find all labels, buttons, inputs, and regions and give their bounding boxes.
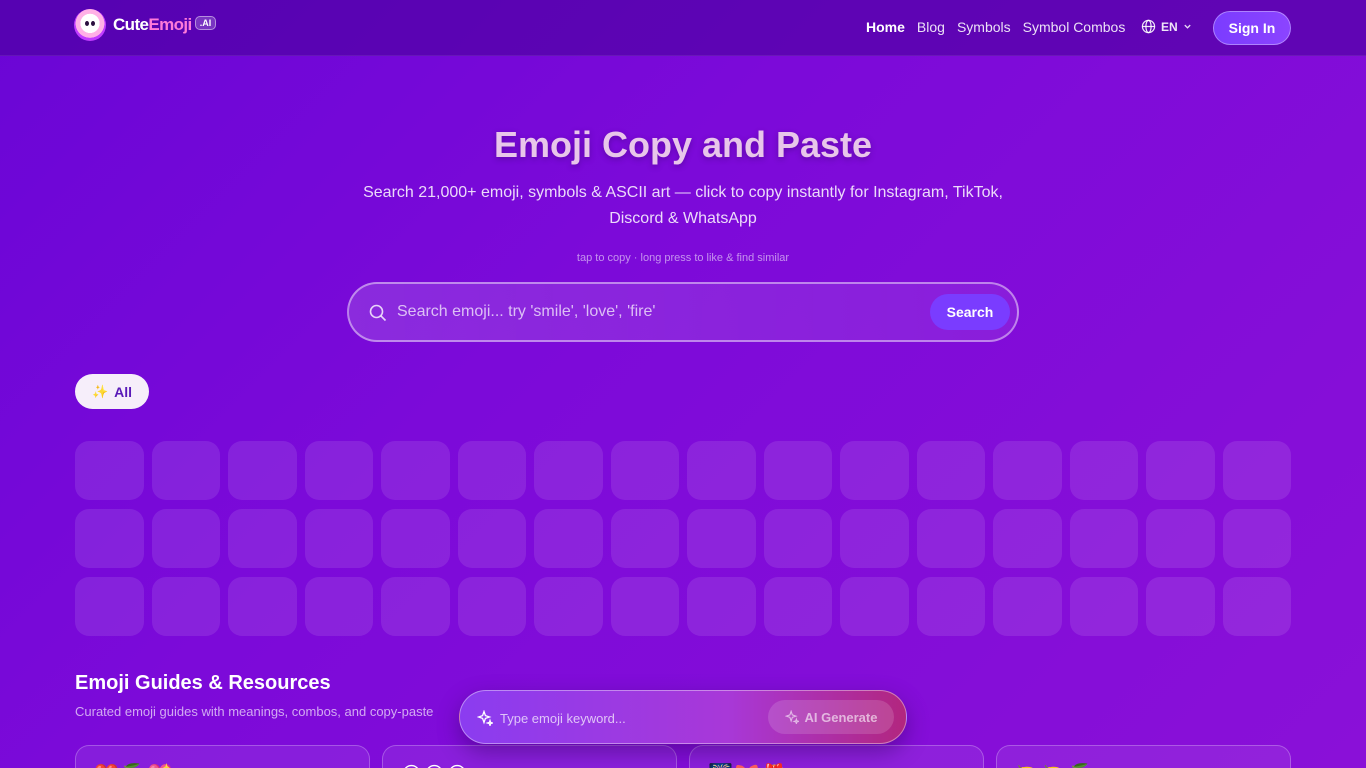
emoji-placeholder-cell [610,509,679,568]
category-chip-all[interactable]: ✨ All [75,374,149,409]
emoji-search-bar: Search [347,282,1019,342]
emoji-placeholder-cell [763,509,832,568]
top-navbar: CuteEmoji .AI Home Blog Symbols Symbol C… [0,0,1366,56]
emoji-placeholder-cell [534,441,603,500]
emoji-placeholder-cell [534,577,603,636]
emoji-placeholder-cell [151,441,220,500]
guide-card-preview: 🍋🍋🍒 [1015,764,1096,768]
ai-generate-bar: AI Generate [459,690,907,744]
emoji-placeholder-cell [228,577,297,636]
brand-logo[interactable]: CuteEmoji .AI [74,9,217,41]
emoji-placeholder-cell [1069,509,1138,568]
guide-card-preview: 😊😁😆 [401,764,470,768]
brand-name-part1: Cute [113,15,149,34]
nav-link-blog[interactable]: Blog [917,19,945,35]
emoji-placeholder-cell [763,441,832,500]
emoji-placeholder-cell [840,509,909,568]
emoji-placeholder-cell [457,509,526,568]
emoji-grid [75,441,1291,636]
main-nav: Home Blog Symbols Symbol Combos [866,19,1137,35]
guide-card[interactable]: ❤️🍒💖 [75,745,370,768]
emoji-placeholder-cell [916,509,985,568]
emoji-placeholder-cell [1069,577,1138,636]
emoji-placeholder-cell [610,441,679,500]
emoji-placeholder-cell [993,509,1062,568]
ai-keyword-input[interactable] [500,707,760,729]
guide-card-preview: 🎆🎀🎁 [708,764,789,768]
usage-hint: tap to copy · long press to like & find … [576,252,790,264]
emoji-placeholder-cell [228,441,297,500]
ai-generate-button[interactable]: AI Generate [768,700,894,734]
emoji-placeholder-cell [75,441,144,500]
language-label: EN [1161,19,1178,34]
emoji-placeholder-cell [534,509,603,568]
emoji-placeholder-cell [610,577,679,636]
emoji-placeholder-cell [993,577,1062,636]
brand-badge: .AI [194,16,217,30]
emoji-placeholder-cell [687,509,756,568]
emoji-placeholder-cell [687,441,756,500]
guide-cards: ❤️🍒💖 😊😁😆 🎆🎀🎁 🍋🍋🍒 [75,745,1291,768]
brand-name-part2: Emoji [148,15,192,34]
guides-subheading: Curated emoji guides with meanings, comb… [75,704,434,719]
emoji-placeholder-cell [75,577,144,636]
emoji-placeholder-cell [687,577,756,636]
page-subtitle: Search 21,000+ emoji, symbols & ASCII ar… [363,184,1003,227]
logo-mascot-icon [74,9,106,41]
emoji-placeholder-cell [993,441,1062,500]
emoji-placeholder-cell [304,441,373,500]
language-selector[interactable]: EN [1141,19,1192,34]
emoji-placeholder-cell [1222,509,1291,568]
emoji-placeholder-cell [381,509,450,568]
guide-card[interactable]: 😊😁😆 [382,745,677,768]
emoji-placeholder-cell [763,577,832,636]
emoji-placeholder-cell [1146,441,1215,500]
category-chip-label: All [114,383,133,400]
emoji-placeholder-cell [304,577,373,636]
emoji-placeholder-cell [228,509,297,568]
sparkles-icon: ✨ [91,383,109,399]
emoji-placeholder-cell [75,509,144,568]
emoji-placeholder-cell [457,441,526,500]
emoji-placeholder-cell [916,577,985,636]
nav-link-symbols[interactable]: Symbols [957,19,1011,35]
nav-link-symbol-combos[interactable]: Symbol Combos [1023,19,1126,35]
sign-in-button[interactable]: Sign In [1213,11,1291,45]
sparkle-icon [477,710,493,726]
emoji-placeholder-cell [151,577,220,636]
guide-card-preview: ❤️🍒💖 [94,764,175,768]
search-button[interactable]: Search [930,294,1010,330]
ai-sparkle-icon [784,710,799,724]
search-input[interactable] [397,299,917,325]
emoji-placeholder-cell [457,577,526,636]
guide-card[interactable]: 🍋🍋🍒 [996,745,1291,768]
brand-name: CuteEmoji [113,15,192,35]
guides-heading: Emoji Guides & Resources [75,672,331,694]
emoji-placeholder-cell [916,441,985,500]
page-title: Emoji Copy and Paste [493,124,873,165]
globe-icon [1141,19,1156,34]
guide-card[interactable]: 🎆🎀🎁 [689,745,984,768]
search-icon [369,304,387,322]
emoji-placeholder-cell [1069,441,1138,500]
emoji-placeholder-cell [1146,509,1215,568]
emoji-placeholder-cell [840,441,909,500]
emoji-placeholder-cell [1222,577,1291,636]
emoji-placeholder-cell [381,441,450,500]
emoji-placeholder-cell [1146,577,1215,636]
nav-link-home[interactable]: Home [866,19,905,35]
emoji-placeholder-cell [840,577,909,636]
emoji-placeholder-cell [151,509,220,568]
emoji-placeholder-cell [381,577,450,636]
chevron-down-icon [1183,24,1191,29]
emoji-placeholder-cell [304,509,373,568]
emoji-placeholder-cell [1222,441,1291,500]
ai-generate-label: AI Generate [804,709,878,725]
